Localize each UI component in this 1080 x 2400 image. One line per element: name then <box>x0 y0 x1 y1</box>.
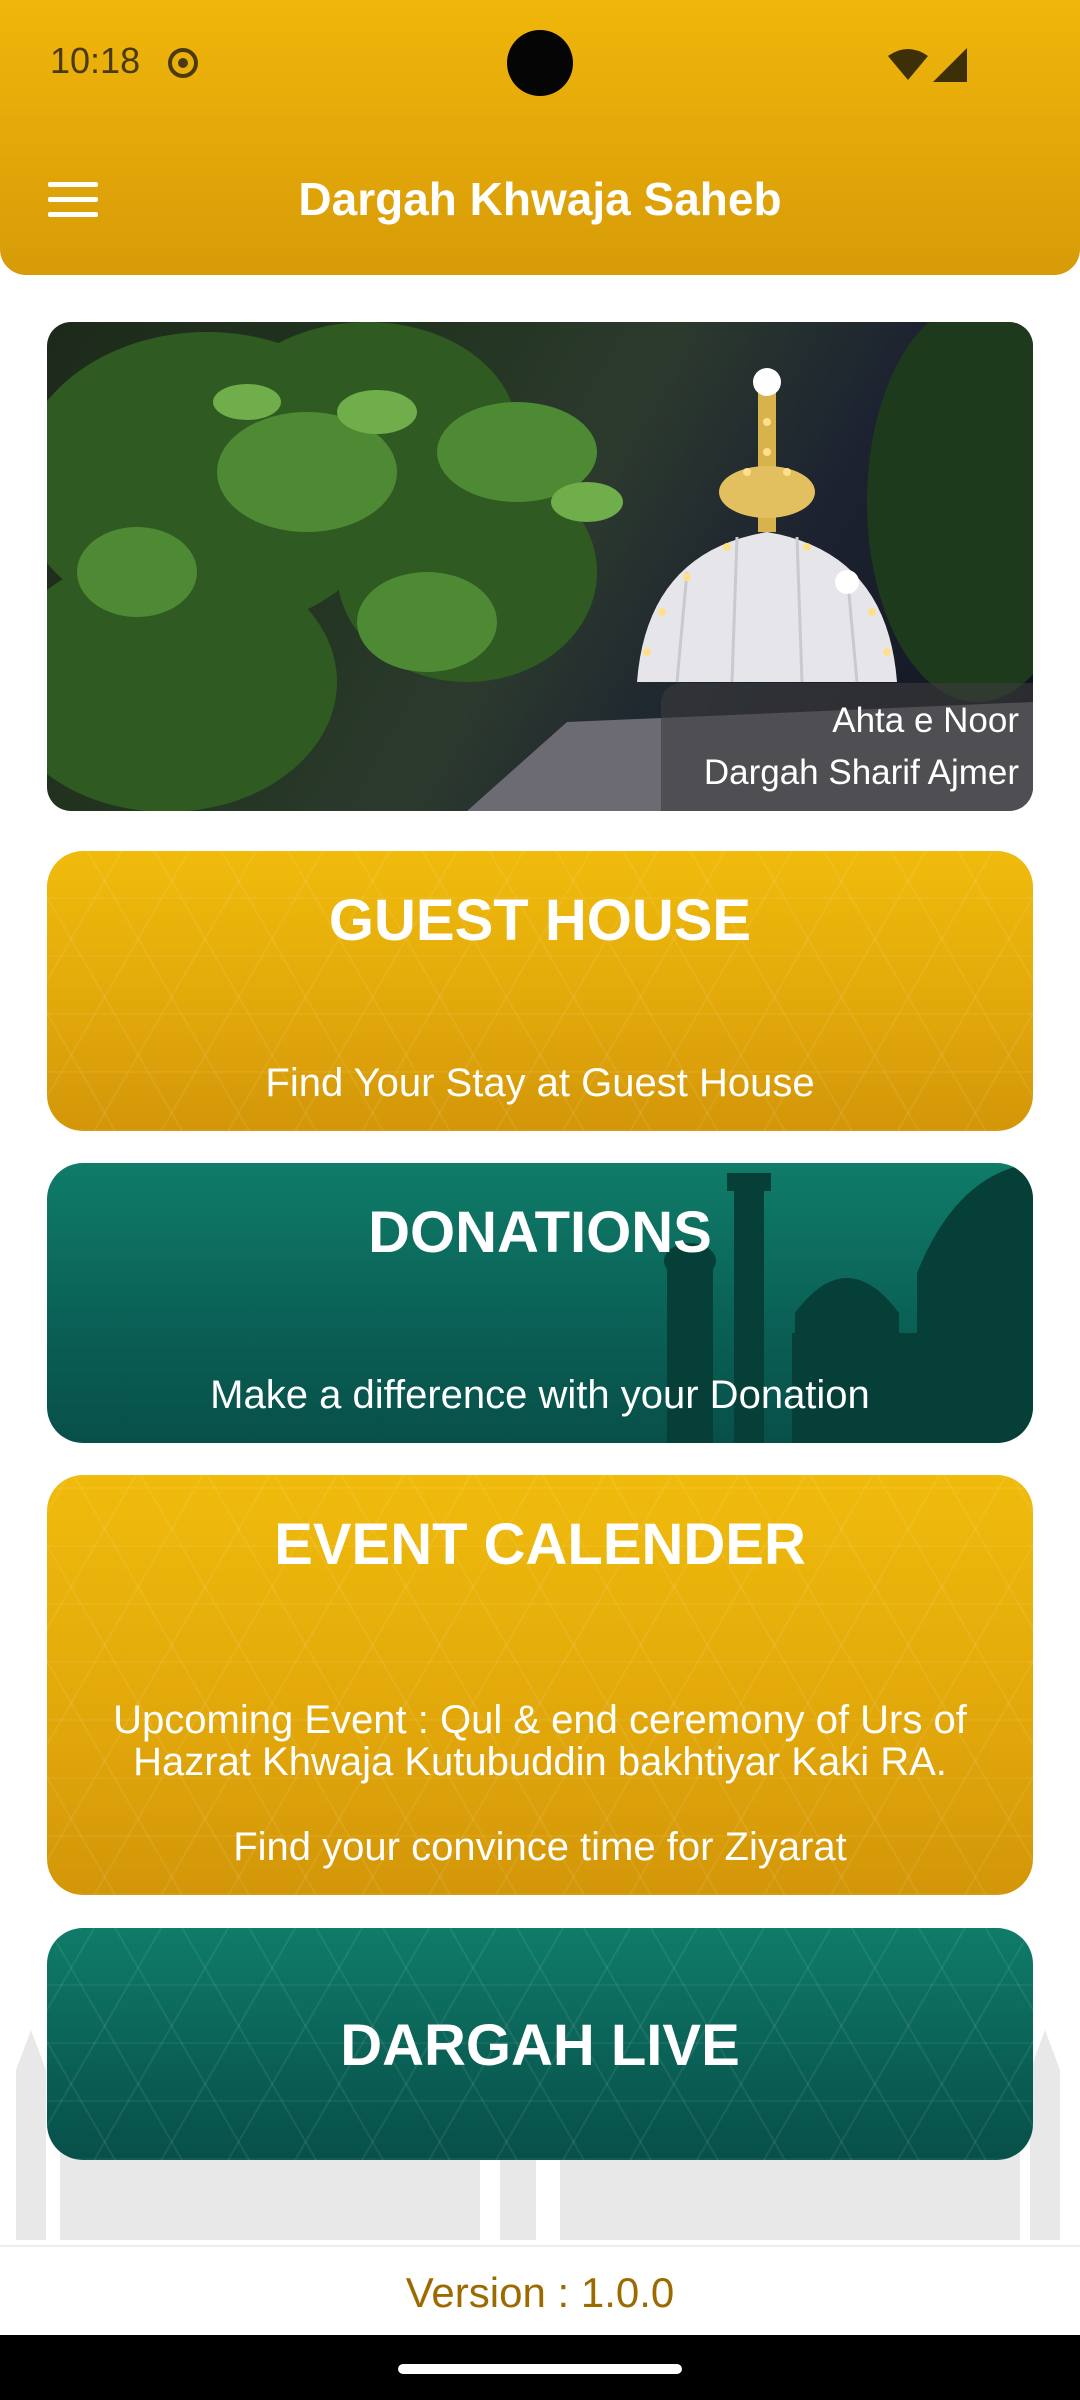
banner-caption-line-2: Dargah Sharif Ajmer <box>703 753 1019 792</box>
dargah-live-card[interactable]: DARGAH LIVE <box>47 1928 1033 2160</box>
event-calendar-card[interactable]: EVENT CALENDER Upcoming Event : Qul & en… <box>47 1475 1033 1895</box>
home-gesture-handle[interactable] <box>398 2364 682 2374</box>
upcoming-event-line-2: Hazrat Khwaja Kutubuddin bakhtiyar Kaki … <box>133 1740 947 1784</box>
status-time: 10:18 <box>50 40 141 81</box>
app-bar: 10:18 Dargah Khwaja Saheb <box>0 0 1080 275</box>
dargah-live-title: DARGAH LIVE <box>340 2013 740 2078</box>
wifi-icon <box>888 49 928 80</box>
version-label: Version : 1.0.0 <box>405 2269 675 2316</box>
cellular-signal-icon <box>933 48 967 82</box>
upcoming-event-line-1: Upcoming Event : Qul & end ceremony of U… <box>113 1698 967 1742</box>
banner-caption: Ahta e Noor Dargah Sharif Ajmer <box>661 683 1033 811</box>
donations-title: DONATIONS <box>368 1200 712 1265</box>
status-notification-icon <box>168 48 198 78</box>
guest-house-subtitle: Find Your Stay at Guest House <box>265 1061 815 1105</box>
footer: Version : 1.0.0 <box>0 2245 1080 2337</box>
banner-caption-line-1: Ahta e Noor <box>832 701 1019 740</box>
event-calendar-subtitle: Find your convince time for Ziyarat <box>233 1825 847 1869</box>
donations-card[interactable]: DONATIONS Make a difference with your Do… <box>47 1163 1033 1443</box>
event-calendar-title: EVENT CALENDER <box>274 1512 806 1577</box>
camera-cutout <box>507 30 573 96</box>
donations-subtitle: Make a difference with your Donation <box>210 1373 870 1417</box>
guest-house-title: GUEST HOUSE <box>328 888 752 953</box>
dargah-banner-image[interactable]: Ahta e Noor Dargah Sharif Ajmer <box>47 322 1033 811</box>
guest-house-card[interactable]: GUEST HOUSE Find Your Stay at Guest Hous… <box>47 851 1033 1131</box>
app-title: Dargah Khwaja Saheb <box>298 173 782 225</box>
